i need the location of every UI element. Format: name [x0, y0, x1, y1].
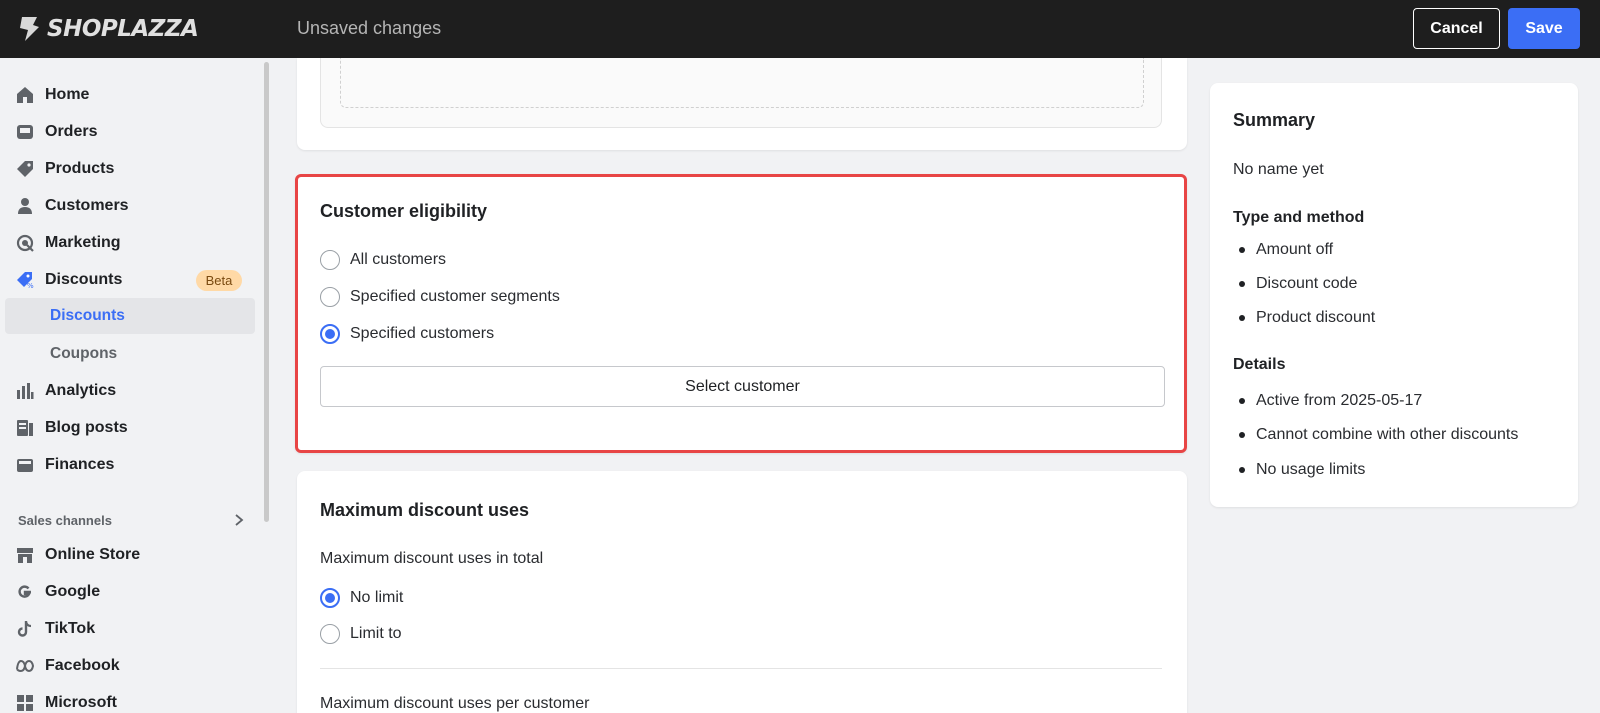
sidebar-item-microsoft[interactable]: Microsoft: [0, 686, 255, 713]
document-icon: [17, 420, 33, 436]
details-heading: Details: [1233, 356, 1286, 373]
uses-in-total-heading: Maximum discount uses in total: [320, 550, 544, 567]
maximum-discount-uses-title: Maximum discount uses: [320, 500, 530, 520]
radio-specified-customer-segments[interactable]: Specified customer segments: [320, 285, 560, 309]
sidebar-item-home[interactable]: Home: [0, 78, 255, 112]
cancel-button[interactable]: Cancel: [1413, 8, 1500, 49]
previous-section-card: [297, 58, 1187, 150]
radio-button-checked[interactable]: [320, 588, 340, 608]
sidebar-item-orders[interactable]: Orders: [0, 115, 255, 149]
person-icon: [18, 198, 32, 214]
inbox-icon: [17, 125, 33, 139]
radio-label: All customers: [350, 251, 447, 268]
chevron-right-icon[interactable]: [233, 513, 245, 527]
top-bar: SHOPLAZZA Unsaved changes Cancel Save: [0, 0, 1600, 58]
maximum-discount-uses-card: Maximum discount uses Maximum discount u…: [297, 471, 1187, 713]
sidebar-item-facebook[interactable]: Facebook: [0, 649, 255, 683]
google-icon: [18, 585, 32, 598]
sidebar-item-label: Facebook: [45, 657, 120, 674]
radio-button-checked[interactable]: [320, 324, 340, 344]
shoplazza-logo[interactable]: SHOPLAZZA: [17, 13, 199, 45]
sidebar-subitem-coupons[interactable]: Coupons: [5, 336, 255, 372]
home-icon: [17, 87, 33, 103]
customer-eligibility-title: Customer eligibility: [320, 201, 488, 221]
sidebar-item-label: Blog posts: [45, 419, 128, 436]
shoplazza-logo-icon: [20, 17, 39, 41]
select-customer-button[interactable]: Select customer: [320, 366, 1165, 407]
unsaved-changes-status: Unsaved changes: [297, 18, 442, 38]
sidebar-item-marketing[interactable]: Marketing: [0, 226, 255, 260]
summary-name: No name yet: [1233, 161, 1324, 178]
beta-badge: Beta: [196, 270, 242, 291]
radio-all-customers[interactable]: All customers: [320, 248, 446, 272]
sales-channels-label: Sales channels: [18, 513, 112, 528]
target-icon: [16, 234, 34, 252]
sidebar-item-tiktok[interactable]: TikTok: [0, 612, 255, 646]
logo-text: SHOPLAZZA: [47, 16, 199, 42]
sidebar-item-label: Finances: [45, 456, 115, 473]
radio-button[interactable]: [320, 287, 340, 307]
sidebar-item-label: Discounts: [45, 271, 123, 288]
radio-button[interactable]: [320, 624, 340, 644]
sidebar-item-label: Discounts: [50, 307, 125, 324]
customer-eligibility-card: Customer eligibility All customers Speci…: [295, 174, 1187, 453]
sidebar-item-discounts[interactable]: % Discounts Beta: [0, 263, 255, 297]
radio-specified-customers[interactable]: Specified customers: [320, 322, 494, 346]
radio-label: Specified customer segments: [350, 288, 560, 305]
sidebar-scrollbar[interactable]: [264, 62, 269, 522]
summary-title: Summary: [1233, 110, 1316, 130]
sidebar-item-label: Marketing: [45, 234, 121, 251]
tiktok-icon: [17, 621, 32, 637]
radio-label: Specified customers: [350, 325, 495, 342]
discount-tag-icon: %: [17, 272, 34, 289]
list-item: Amount off: [1239, 241, 1333, 259]
sidebar-item-label: Customers: [45, 197, 129, 214]
summary-card: Summary No name yet Type and method Amou…: [1210, 83, 1578, 507]
uses-per-customer-heading: Maximum discount uses per customer: [320, 695, 590, 712]
list-item: Cannot combine with other discounts: [1239, 426, 1518, 444]
sidebar-item-products[interactable]: Products: [0, 152, 255, 186]
sidebar: Home Orders Products Customers Marketing…: [0, 58, 270, 713]
sidebar-item-label: Products: [45, 160, 115, 177]
radio-limit-to[interactable]: Limit to: [320, 622, 402, 646]
sidebar-item-google[interactable]: Google: [0, 575, 255, 609]
sidebar-item-label: Google: [45, 583, 101, 600]
list-item: No usage limits: [1239, 461, 1365, 479]
sidebar-item-label: Home: [45, 86, 90, 103]
bar-chart-icon: [17, 383, 34, 399]
sidebar-item-label: Online Store: [45, 546, 141, 563]
list-item: Discount code: [1239, 275, 1357, 293]
radio-button[interactable]: [320, 250, 340, 270]
divider: [320, 668, 1162, 669]
sidebar-item-label: Coupons: [50, 345, 118, 362]
sidebar-item-label: Orders: [45, 123, 98, 140]
list-item: Active from 2025-05-17: [1239, 392, 1422, 410]
radio-no-limit[interactable]: No limit: [320, 586, 403, 610]
list-item: Product discount: [1239, 309, 1375, 327]
sidebar-item-finances[interactable]: Finances: [0, 448, 255, 482]
previous-section-inner-box: [320, 58, 1162, 128]
radio-label: Limit to: [350, 625, 402, 642]
wallet-icon: [17, 459, 33, 472]
sidebar-item-analytics[interactable]: Analytics: [0, 374, 255, 408]
sidebar-item-customers[interactable]: Customers: [0, 189, 255, 223]
svg-text:%: %: [27, 282, 34, 289]
sidebar-item-label: Microsoft: [45, 694, 117, 711]
sidebar-item-blog-posts[interactable]: Blog posts: [0, 411, 255, 445]
tag-icon: [17, 161, 33, 177]
sidebar-item-label: Analytics: [45, 382, 117, 399]
store-icon: [17, 548, 33, 563]
sidebar-item-online-store[interactable]: Online Store: [0, 538, 255, 572]
dropzone-area[interactable]: [340, 58, 1144, 108]
sidebar-subitem-discounts[interactable]: Discounts: [5, 298, 255, 334]
radio-label: No limit: [350, 589, 404, 606]
sidebar-item-label: TikTok: [45, 620, 96, 637]
save-button[interactable]: Save: [1508, 8, 1580, 49]
microsoft-icon: [17, 695, 33, 711]
type-and-method-heading: Type and method: [1233, 209, 1365, 226]
meta-icon: [16, 659, 34, 673]
